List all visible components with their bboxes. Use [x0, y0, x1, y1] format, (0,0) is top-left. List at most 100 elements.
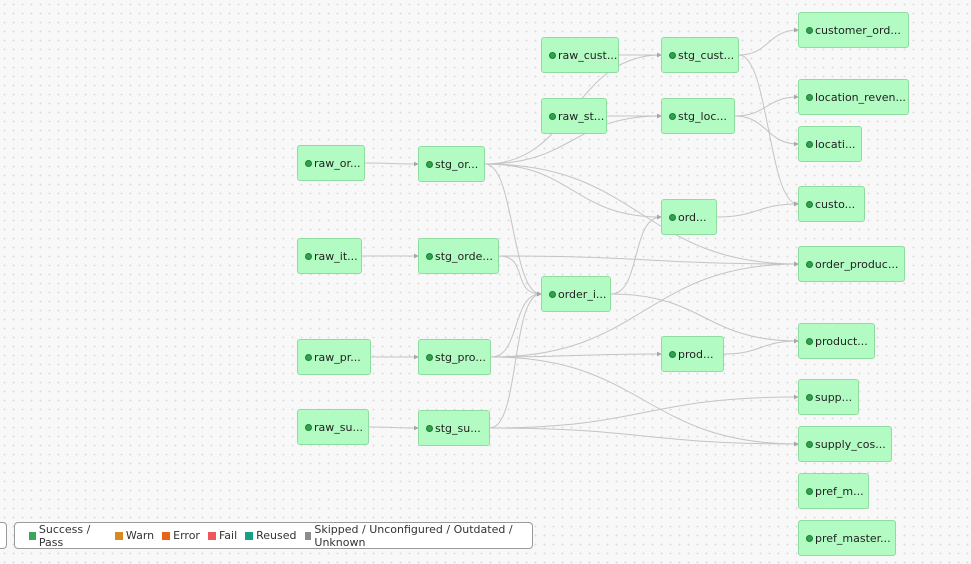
legend-label: Error	[173, 529, 200, 542]
status-success-icon	[806, 93, 813, 101]
status-success-icon	[305, 159, 312, 167]
status-success-icon	[806, 140, 813, 148]
node-products[interactable]: prod...	[661, 336, 724, 372]
status-success-icon	[669, 51, 676, 59]
lineage-edge	[490, 356, 799, 447]
status-legend: Success / Pass Warn Error Fail Reused Sk…	[14, 522, 533, 549]
node-stg-customers[interactable]: stg_cust...	[661, 37, 739, 73]
node-supplies[interactable]: supp...	[798, 379, 859, 415]
node-label: order_i...	[558, 287, 607, 301]
node-label: raw_cust...	[558, 48, 618, 62]
legend-label: Skipped / Unconfigured / Outdated / Unkn…	[314, 522, 513, 549]
status-success-icon	[549, 51, 556, 59]
controls-panel-edge[interactable]	[0, 522, 7, 549]
legend-label: Fail	[218, 529, 238, 542]
lineage-edge	[364, 161, 419, 167]
status-success-icon	[806, 260, 813, 268]
status-success-icon	[806, 200, 813, 208]
node-label: stg_or...	[435, 157, 479, 171]
legend-label: Success / Pass	[38, 522, 91, 549]
legend-item-error: Error	[162, 529, 200, 542]
node-customer-orders[interactable]: customer_ord...	[798, 12, 909, 48]
status-success-icon	[426, 160, 433, 168]
lineage-edge	[489, 427, 799, 447]
node-stg-products[interactable]: stg_pro...	[418, 339, 491, 375]
lineage-graph-canvas[interactable]: raw_or... raw_it... raw_pr... raw_su... …	[0, 0, 971, 564]
node-raw-products[interactable]: raw_pr...	[297, 339, 371, 375]
lineage-edge	[490, 291, 542, 358]
status-success-icon	[669, 112, 676, 120]
node-label: stg_loc...	[678, 109, 727, 123]
node-raw-stores[interactable]: raw_st...	[541, 98, 607, 134]
node-order-products[interactable]: order_produc...	[798, 246, 905, 282]
legend-item-reused: Reused	[245, 529, 297, 542]
legend-item-warn: Warn	[114, 529, 155, 542]
node-label: raw_it...	[314, 249, 358, 263]
lineage-edge	[498, 255, 799, 267]
node-label: location_reven...	[815, 90, 906, 104]
node-label: ord...	[678, 210, 707, 224]
node-raw-customers[interactable]: raw_cust...	[541, 37, 619, 73]
legend-swatch	[207, 531, 216, 540]
node-label: stg_orde...	[435, 249, 493, 263]
node-locations[interactable]: locati...	[798, 126, 862, 162]
lineage-edge	[368, 425, 419, 431]
status-success-icon	[549, 290, 556, 298]
node-orders[interactable]: ord...	[661, 199, 717, 235]
node-stg-order-items[interactable]: stg_orde...	[418, 238, 499, 274]
node-label: supp...	[815, 390, 853, 404]
legend-swatch	[245, 531, 254, 540]
legend-label: Reused	[256, 529, 297, 542]
node-label: pref_m...	[815, 484, 864, 498]
legend-item-success: Success / Pass	[29, 523, 107, 549]
node-raw-supplies[interactable]: raw_su...	[297, 409, 369, 445]
node-label: prod...	[678, 347, 714, 361]
node-product[interactable]: product...	[798, 323, 875, 359]
lineage-edge	[489, 394, 799, 429]
status-success-icon	[806, 487, 813, 495]
status-success-icon	[426, 353, 433, 361]
legend-label: Warn	[125, 529, 155, 542]
legend-swatch	[304, 531, 312, 540]
lineage-edge	[610, 293, 799, 344]
node-location-revenue[interactable]: location_reven...	[798, 79, 909, 115]
legend-swatch	[162, 531, 171, 540]
status-success-icon	[806, 440, 813, 448]
node-stg-locations[interactable]: stg_loc...	[661, 98, 735, 134]
legend-swatch	[29, 531, 36, 540]
node-stg-supplies[interactable]: stg_su...	[418, 410, 490, 446]
node-label: raw_su...	[314, 420, 363, 434]
node-raw-items[interactable]: raw_it...	[297, 238, 362, 274]
lineage-edge	[734, 94, 799, 117]
node-label: custo...	[815, 197, 856, 211]
lineage-edge	[738, 27, 799, 56]
node-label: order_produc...	[815, 257, 899, 271]
status-success-icon	[426, 252, 433, 260]
lineage-edge	[484, 163, 662, 220]
lineage-edge	[723, 338, 799, 355]
node-label: stg_pro...	[435, 350, 486, 364]
lineage-edge	[716, 201, 799, 218]
node-label: product...	[815, 334, 868, 348]
status-success-icon	[305, 252, 312, 260]
legend-item-skipped: Skipped / Unconfigured / Outdated / Unkn…	[304, 522, 533, 549]
legend-item-fail: Fail	[207, 529, 238, 542]
node-order-items[interactable]: order_i...	[541, 276, 611, 312]
node-pref-m[interactable]: pref_m...	[798, 473, 869, 509]
node-raw-orders[interactable]: raw_or...	[297, 145, 365, 181]
status-success-icon	[806, 337, 813, 345]
status-success-icon	[549, 112, 556, 120]
node-stg-orders[interactable]: stg_or...	[418, 146, 485, 182]
status-success-icon	[305, 353, 312, 361]
node-pref-master[interactable]: pref_master...	[798, 520, 896, 556]
node-label: locati...	[815, 137, 856, 151]
status-success-icon	[806, 393, 813, 401]
legend-swatch	[114, 531, 123, 540]
status-success-icon	[669, 350, 676, 358]
status-success-icon	[806, 534, 813, 542]
node-label: raw_st...	[558, 109, 605, 123]
lineage-edge	[498, 255, 542, 297]
node-supply-costs[interactable]: supply_cos...	[798, 426, 892, 462]
node-customers[interactable]: custo...	[798, 186, 865, 222]
lineage-edge	[484, 163, 542, 297]
